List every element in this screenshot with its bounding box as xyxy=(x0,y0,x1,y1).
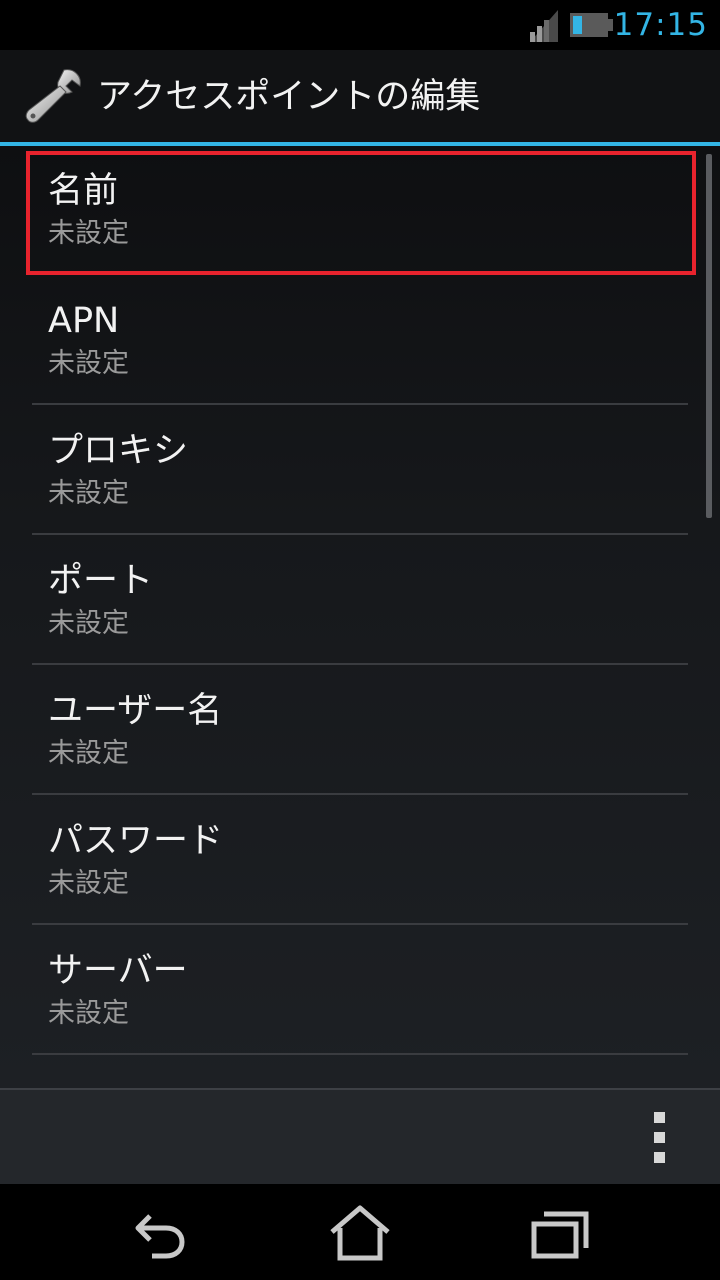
list-divider xyxy=(32,403,688,405)
scrollbar[interactable] xyxy=(706,154,712,518)
pref-title: パスワード xyxy=(48,821,224,861)
pref-summary: 未設定 xyxy=(48,608,129,639)
status-time: 17:15 xyxy=(613,7,708,43)
overflow-dot xyxy=(654,1132,665,1143)
navigation-bar xyxy=(0,1184,720,1280)
overflow-dot xyxy=(654,1152,665,1163)
highlight-box xyxy=(26,151,696,275)
pref-item-proxy[interactable]: プロキシ 未設定 xyxy=(0,406,720,535)
bottom-action-bar xyxy=(0,1088,720,1184)
battery-icon xyxy=(570,13,613,37)
signal-icon xyxy=(530,10,558,42)
list-divider xyxy=(32,793,688,795)
back-button[interactable] xyxy=(112,1196,208,1268)
list-divider xyxy=(32,1053,688,1055)
list-divider xyxy=(32,923,688,925)
pref-title: プロキシ xyxy=(48,431,189,471)
page-title: アクセスポイントの編集 xyxy=(97,77,481,117)
pref-summary: 未設定 xyxy=(48,478,129,509)
home-icon xyxy=(330,1205,390,1261)
pref-summary: 未設定 xyxy=(48,348,129,379)
pref-title: サーバー xyxy=(48,951,188,991)
pref-summary: 未設定 xyxy=(48,738,129,769)
home-button[interactable] xyxy=(312,1196,408,1268)
screen: 17:15 アクセスポイントの編集 名前 未設定 APN 未設定 プロキシ 未設… xyxy=(0,0,720,1280)
preference-list: 名前 未設定 APN 未設定 プロキシ 未設定 ポート 未設定 ユーザー名 未設… xyxy=(0,146,720,1088)
back-icon xyxy=(135,1214,185,1259)
status-bar: 17:15 xyxy=(0,0,720,50)
pref-item-server[interactable]: サーバー 未設定 xyxy=(0,926,720,1055)
pref-item-port[interactable]: ポート 未設定 xyxy=(0,536,720,665)
pref-item-password[interactable]: パスワード 未設定 xyxy=(0,796,720,925)
list-divider xyxy=(32,663,688,665)
list-divider xyxy=(32,533,688,535)
pref-item-name[interactable]: 名前 未設定 xyxy=(0,146,720,275)
wrench-icon[interactable] xyxy=(24,66,86,128)
recent-apps-icon xyxy=(531,1211,589,1259)
pref-title: ポート xyxy=(48,561,154,601)
action-bar: アクセスポイントの編集 xyxy=(0,50,720,142)
pref-title: APN xyxy=(48,301,120,341)
pref-summary: 未設定 xyxy=(48,998,129,1029)
overflow-menu-icon[interactable] xyxy=(636,1104,684,1172)
pref-title: ユーザー名 xyxy=(48,691,223,731)
pref-item-username[interactable]: ユーザー名 未設定 xyxy=(0,666,720,795)
pref-item-apn[interactable]: APN 未設定 xyxy=(0,276,720,405)
overflow-dot xyxy=(654,1112,665,1123)
recent-apps-button[interactable] xyxy=(512,1196,608,1268)
pref-summary: 未設定 xyxy=(48,868,129,899)
